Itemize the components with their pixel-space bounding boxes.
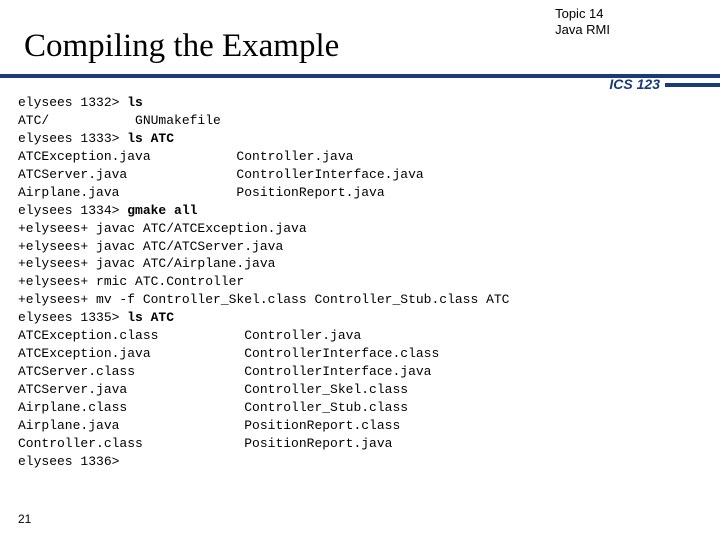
header-rule-right [665, 83, 720, 87]
output-line: elysees 1336> [18, 454, 119, 469]
output-line: +elysees+ rmic ATC.Controller [18, 274, 244, 289]
output-line: +elysees+ javac ATC/ATCServer.java [18, 239, 283, 254]
output-line: ATCServer.java Controller_Skel.class [18, 382, 408, 397]
output-line: ATCException.java ControllerInterface.cl… [18, 346, 439, 361]
prompt: elysees 1332> [18, 95, 127, 110]
output-line: Airplane.class Controller_Stub.class [18, 400, 408, 415]
terminal-output: elysees 1332> ls ATC/ GNUmakefile elysee… [18, 94, 509, 471]
command: ls [127, 95, 143, 110]
topic-line-2: Java RMI [555, 22, 610, 38]
course-label: ICS 123 [609, 76, 660, 92]
output-line: ATCServer.class ControllerInterface.java [18, 364, 431, 379]
topic-line-1: Topic 14 [555, 6, 610, 22]
output-line: ATCException.class Controller.java [18, 328, 361, 343]
command: gmake all [127, 203, 197, 218]
page-title: Compiling the Example [24, 28, 339, 65]
output-line: Airplane.java PositionReport.java [18, 185, 385, 200]
prompt: elysees 1334> [18, 203, 127, 218]
page-number: 21 [18, 512, 31, 526]
output-line: +elysees+ javac ATC/ATCException.java [18, 221, 307, 236]
output-line: +elysees+ mv -f Controller_Skel.class Co… [18, 292, 509, 307]
command: ls ATC [127, 131, 174, 146]
output-line: ATC/ GNUmakefile [18, 113, 221, 128]
prompt: elysees 1335> [18, 310, 127, 325]
output-line: Controller.class PositionReport.java [18, 436, 392, 451]
output-line: Airplane.java PositionReport.class [18, 418, 400, 433]
output-line: ATCServer.java ControllerInterface.java [18, 167, 424, 182]
topic-label: Topic 14 Java RMI [555, 6, 610, 37]
prompt: elysees 1333> [18, 131, 127, 146]
command: ls ATC [127, 310, 174, 325]
output-line: +elysees+ javac ATC/Airplane.java [18, 256, 275, 271]
output-line: ATCException.java Controller.java [18, 149, 353, 164]
